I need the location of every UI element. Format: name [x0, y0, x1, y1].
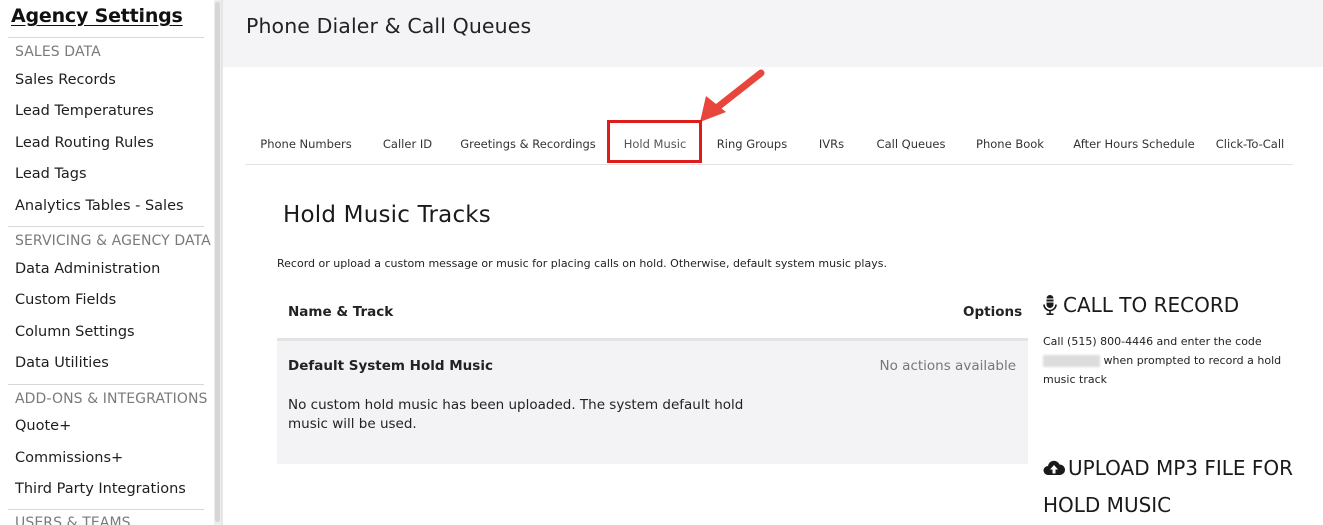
sidebar-item-data-administration[interactable]: Data Administration	[15, 261, 160, 277]
track-name: Default System Hold Music	[288, 358, 493, 374]
sidebar-item-lead-routing-rules[interactable]: Lead Routing Rules	[15, 135, 154, 151]
sidebar-scrollbar[interactable]	[214, 0, 221, 525]
sidebar-item-custom-fields[interactable]: Custom Fields	[15, 292, 116, 308]
table-row: Default System Hold Music No actions ava…	[277, 341, 1028, 464]
hold-music-highlight-box	[607, 120, 702, 163]
track-options: No actions available	[879, 358, 1016, 374]
tab-click-to-call[interactable]: Click-To-Call	[1207, 128, 1293, 164]
table-header-options: Options	[963, 304, 1023, 320]
table-header-name-track: Name & Track	[288, 304, 394, 320]
sidebar-section-users-teams: USERS & TEAMS	[15, 515, 131, 525]
tab-after-hours-schedule[interactable]: After Hours Schedule	[1061, 128, 1207, 164]
call-to-record-instructions: Call (515) 800-4446 and enter the code w…	[1043, 332, 1303, 389]
sidebar-section-servicing: SERVICING & AGENCY DATA	[15, 233, 211, 249]
call-to-record-heading: CALL TO RECORD	[1043, 293, 1239, 317]
sidebar-item-column-settings[interactable]: Column Settings	[15, 324, 135, 340]
tab-ivrs[interactable]: IVRs	[800, 128, 863, 164]
sidebar-divider	[8, 509, 204, 510]
tab-phone-book[interactable]: Phone Book	[959, 128, 1061, 164]
sidebar-separator	[221, 0, 223, 525]
sidebar-item-third-party-integrations[interactable]: Third Party Integrations	[15, 481, 186, 497]
page-header: Phone Dialer & Call Queues	[223, 0, 1323, 67]
tab-bar: Phone Numbers Caller ID Greetings & Reco…	[245, 128, 1293, 165]
sidebar-item-sales-records[interactable]: Sales Records	[15, 72, 116, 88]
section-description: Record or upload a custom message or mus…	[277, 257, 887, 270]
tab-ring-groups[interactable]: Ring Groups	[704, 128, 800, 164]
tab-caller-id[interactable]: Caller ID	[367, 128, 448, 164]
sidebar-section-add-ons: ADD-ONS & INTEGRATIONS	[15, 391, 208, 407]
tab-phone-numbers[interactable]: Phone Numbers	[245, 128, 367, 164]
sidebar-title[interactable]: Agency Settings	[11, 5, 183, 27]
scrollbar-thumb[interactable]	[215, 2, 220, 522]
call-instructions-line-1: Call (515) 800-4446 and enter the code	[1043, 335, 1262, 348]
redacted-code	[1043, 355, 1100, 367]
tab-call-queues[interactable]: Call Queues	[863, 128, 959, 164]
track-description: No custom hold music has been uploaded. …	[288, 397, 744, 432]
sidebar-section-sales-data: SALES DATA	[15, 44, 101, 60]
page-title: Phone Dialer & Call Queues	[246, 14, 532, 38]
sidebar: Agency Settings SALES DATA Sales Records…	[0, 0, 214, 525]
sidebar-item-lead-temperatures[interactable]: Lead Temperatures	[15, 103, 154, 119]
sidebar-divider	[8, 37, 204, 38]
upload-mp3-heading[interactable]: UPLOAD MP3 FILE FOR HOLD MUSIC	[1043, 450, 1313, 524]
sidebar-item-lead-tags[interactable]: Lead Tags	[15, 166, 87, 182]
call-to-record-title: CALL TO RECORD	[1063, 293, 1240, 317]
upload-mp3-title: UPLOAD MP3 FILE FOR HOLD MUSIC	[1043, 456, 1294, 517]
sidebar-item-commissions-plus[interactable]: Commissions+	[15, 450, 123, 466]
sidebar-item-analytics-tables-sales[interactable]: Analytics Tables - Sales	[15, 198, 184, 214]
cloud-upload-icon	[1043, 460, 1066, 475]
sidebar-divider	[8, 384, 204, 385]
microphone-icon	[1043, 295, 1057, 315]
arrow-pointer	[700, 69, 765, 122]
sidebar-divider	[8, 226, 204, 227]
section-title: Hold Music Tracks	[283, 202, 491, 228]
sidebar-item-data-utilities[interactable]: Data Utilities	[15, 355, 109, 371]
sidebar-item-quote-plus[interactable]: Quote+	[15, 418, 71, 434]
tab-greetings-recordings[interactable]: Greetings & Recordings	[448, 128, 608, 164]
